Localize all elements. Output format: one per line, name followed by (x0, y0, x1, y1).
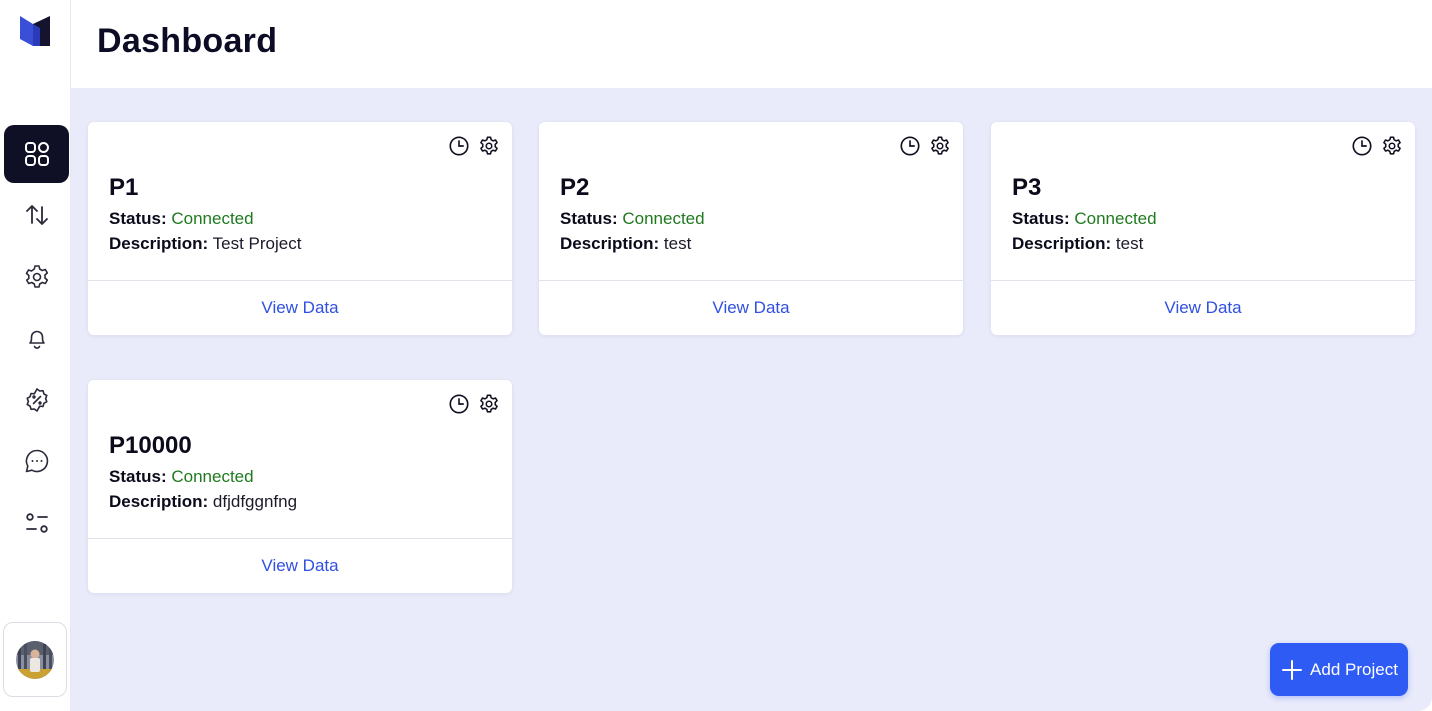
sliders-icon (25, 513, 48, 533)
project-name: P3 (1012, 174, 1042, 201)
grid-icon (24, 142, 49, 166)
plus-icon (1282, 659, 1303, 680)
bell-icon (28, 330, 45, 349)
gear-icon[interactable] (478, 135, 500, 157)
view-data-link[interactable]: View Data (991, 281, 1415, 335)
page-title: Dashboard (97, 22, 278, 60)
arrows-up-down-icon (25, 205, 48, 225)
project-status: Status: Connected (560, 209, 705, 228)
project-status: Status: Connected (1012, 209, 1157, 228)
discount-badge-icon (25, 388, 48, 412)
logo[interactable] (20, 13, 50, 49)
sidebar-item-dashboard[interactable] (4, 125, 69, 183)
gear-icon (25, 265, 48, 288)
project-description: Description: test (560, 234, 692, 253)
project-card: P3 Status: Connected Description: test V… (991, 122, 1415, 335)
project-card: P1 Status: Connected Description: Test P… (88, 122, 512, 335)
project-status: Status: Connected (109, 209, 254, 228)
clock-icon[interactable] (448, 135, 470, 157)
page-header: Dashboard (71, 0, 1432, 88)
chat-bubble-icon (25, 449, 48, 473)
gear-icon[interactable] (1381, 135, 1403, 157)
view-data-link[interactable]: View Data (88, 281, 512, 335)
project-description: Description: dfjdfggnfng (109, 492, 298, 511)
avatar (16, 640, 54, 679)
gear-icon[interactable] (929, 135, 951, 157)
project-description: Description: Test Project (109, 234, 302, 253)
sidebar-item-messages[interactable] (4, 432, 69, 490)
clock-icon[interactable] (899, 135, 921, 157)
clock-icon[interactable] (448, 393, 470, 415)
sidebar-item-discounts[interactable] (4, 371, 69, 429)
gear-icon[interactable] (478, 393, 500, 415)
project-name: P1 (109, 174, 139, 201)
sidebar (0, 0, 71, 711)
view-data-link[interactable]: View Data (539, 281, 963, 335)
project-name: P2 (560, 174, 590, 201)
sidebar-item-transfers[interactable] (4, 186, 69, 244)
project-description: Description: test (1012, 234, 1144, 253)
project-card: P10000 Status: Connected Description: df… (88, 380, 512, 593)
project-card: P2 Status: Connected Description: test V… (539, 122, 963, 335)
project-name: P10000 (109, 432, 192, 459)
user-avatar-button[interactable] (3, 622, 67, 697)
sidebar-item-preferences[interactable] (4, 494, 69, 552)
add-project-label: Add Project (1310, 659, 1398, 679)
project-grid: P1 Status: Connected Description: Test P… (71, 88, 1432, 711)
project-status: Status: Connected (109, 467, 254, 486)
view-data-link[interactable]: View Data (88, 539, 512, 593)
clock-icon[interactable] (1351, 135, 1373, 157)
sidebar-item-notifications[interactable] (4, 309, 69, 367)
add-project-button[interactable]: Add Project (1270, 643, 1408, 696)
sidebar-item-settings[interactable] (4, 248, 69, 306)
